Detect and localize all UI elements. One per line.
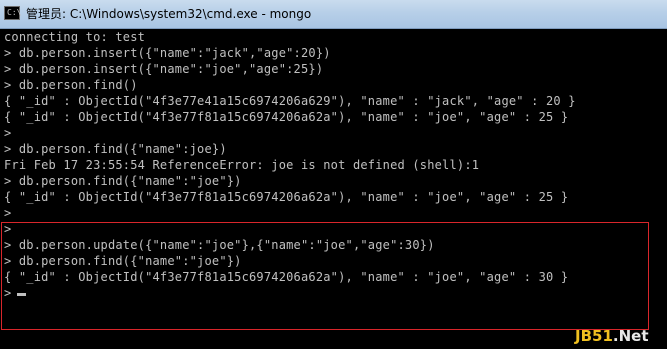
window-titlebar[interactable]: C:\ 管理员: C:\Windows\system32\cmd.exe - m… — [0, 0, 667, 29]
console-line: > db.person.insert({"name":"jack","age":… — [4, 46, 331, 60]
watermark-brand: JB51 — [575, 327, 613, 345]
console-output[interactable]: connecting to: test > db.person.insert({… — [0, 29, 667, 349]
console-lines: connecting to: test > db.person.insert({… — [4, 29, 576, 301]
console-line: > db.person.find({"name":"joe"}) — [4, 174, 242, 188]
prompt-symbol: > — [4, 286, 12, 300]
console-line: > — [4, 222, 12, 236]
site-watermark: JB51.Net — [575, 325, 665, 347]
console-line: > — [4, 206, 12, 220]
console-line: > db.person.update({"name":"joe"},{"name… — [4, 238, 435, 252]
cmd-icon[interactable]: C:\ — [4, 6, 21, 20]
console-line: > db.person.insert({"name":"joe","age":2… — [4, 62, 324, 76]
console-line: { "_id" : ObjectId("4f3e77f81a15c6974206… — [4, 270, 569, 284]
console-line: Fri Feb 17 23:55:54 ReferenceError: joe … — [4, 158, 480, 172]
watermark-suffix: .Net — [612, 327, 649, 345]
console-line: { "_id" : ObjectId("4f3e77f81a15c6974206… — [4, 110, 569, 124]
console-prompt-line[interactable]: > — [4, 285, 576, 301]
console-line: { "_id" : ObjectId("4f3e77f81a15c6974206… — [4, 190, 569, 204]
console-line: > — [4, 126, 12, 140]
console-line: { "_id" : ObjectId("4f3e77e41a15c6974206… — [4, 94, 576, 108]
console-line: > db.person.find({"name":"joe"}) — [4, 254, 242, 268]
console-line: > db.person.find({"name":joe}) — [4, 142, 227, 156]
console-line: connecting to: test — [4, 30, 146, 44]
window-title: 管理员: C:\Windows\system32\cmd.exe - mongo — [26, 7, 312, 21]
text-cursor — [17, 293, 27, 296]
console-line: > db.person.find() — [4, 78, 138, 92]
